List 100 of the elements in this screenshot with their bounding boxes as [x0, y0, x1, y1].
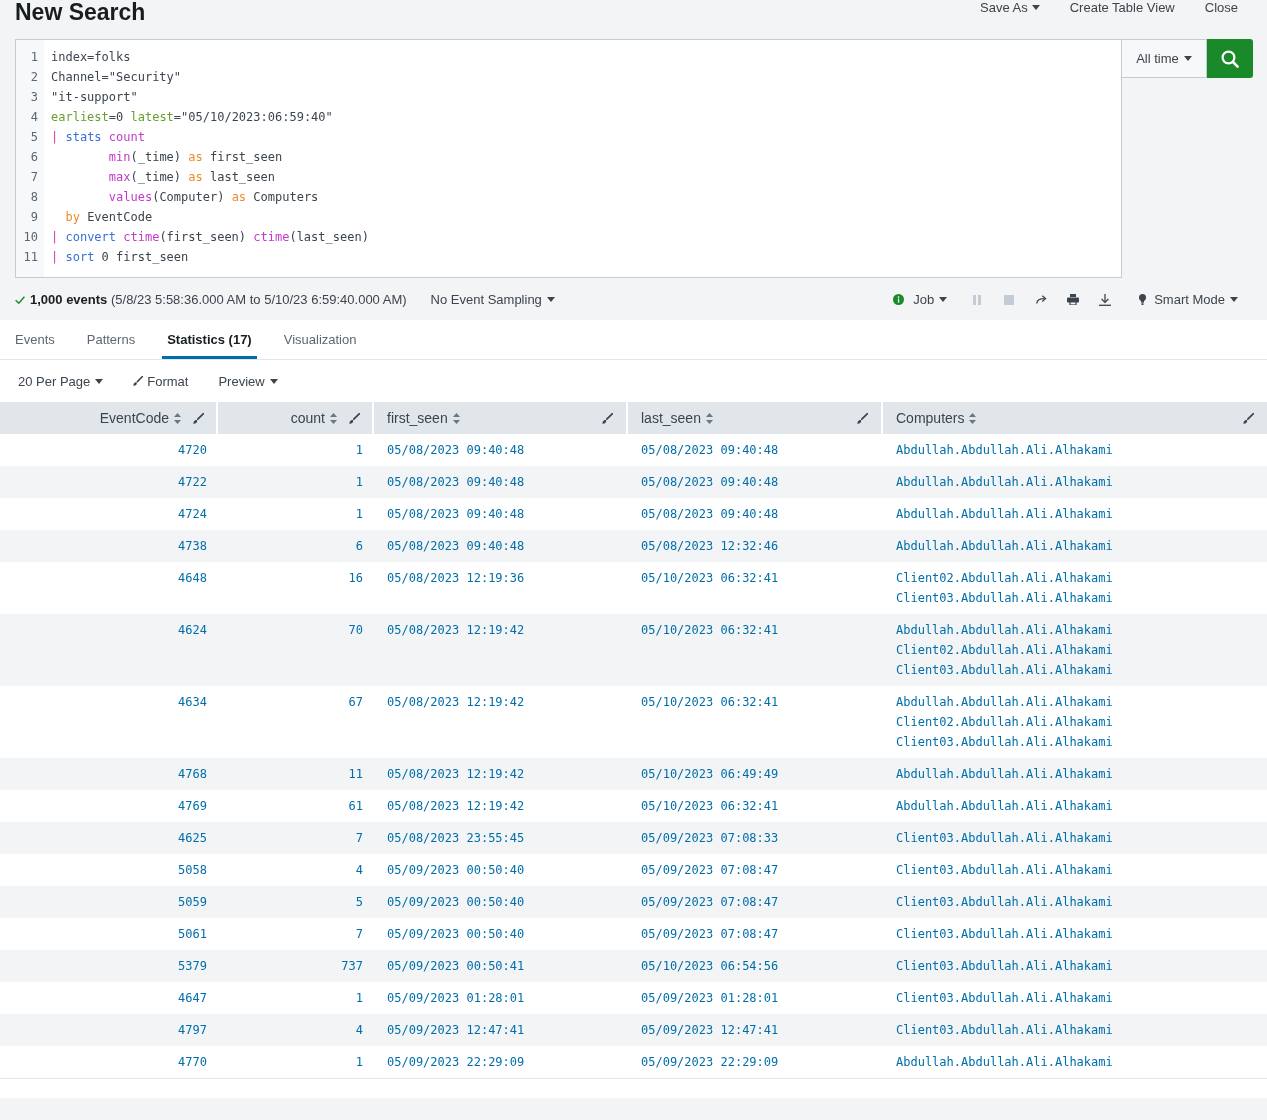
line-number: 2 [29, 69, 39, 86]
table-cell: 737 [218, 950, 374, 982]
brush-icon[interactable] [349, 412, 360, 424]
table-cell: Client03.Abdullah.Ali.Alhakami [883, 886, 1267, 918]
table-cell: 5379 [0, 950, 218, 982]
table-cell: 05/09/2023 00:50:41 [374, 950, 628, 982]
table-cell: 05/08/2023 12:32:46 [628, 530, 883, 562]
column-header[interactable]: first_seen [374, 402, 628, 434]
tab[interactable]: Events [10, 320, 60, 359]
sort-icon [705, 412, 713, 424]
table-cell: 05/09/2023 07:08:47 [628, 886, 883, 918]
download-icon[interactable] [1099, 293, 1112, 306]
code-line: Channel="Security" [51, 69, 183, 86]
table-cell: 6 [218, 530, 374, 562]
table-cell: 05/09/2023 00:50:40 [374, 886, 628, 918]
code-line: earliest=0 latest="05/10/2023:06:59:40" [51, 109, 334, 126]
table-cell: 1 [218, 466, 374, 498]
cell-value: Client03.Abdullah.Ali.Alhakami [896, 734, 1114, 751]
brush-icon[interactable] [857, 412, 868, 424]
line-number: 8 [29, 189, 39, 206]
caret-icon [939, 297, 948, 302]
code-line: min(_time) as first_seen [107, 149, 284, 166]
table-cell: 7 [218, 822, 374, 854]
table-cell: 05/09/2023 12:47:41 [374, 1014, 628, 1046]
line-number: 4 [29, 109, 39, 126]
line-number: 6 [29, 149, 39, 166]
table-cell: 4797 [0, 1014, 218, 1046]
menu-button[interactable]: Save As [980, 0, 1040, 15]
curved-arrow-icon[interactable] [1035, 295, 1047, 304]
cell-value: Abdullah.Abdullah.Ali.Alhakami [896, 622, 1114, 639]
line-number: 1 [29, 49, 39, 66]
table-cell: 05/10/2023 06:32:41 [628, 614, 883, 686]
dropdown-button[interactable]: 20 Per Page [18, 373, 104, 389]
line-number: 10 [22, 229, 39, 246]
cell-value: Client02.Abdullah.Ali.Alhakami [896, 570, 1114, 587]
brush-icon[interactable] [1243, 412, 1254, 424]
info-icon [893, 294, 905, 305]
search-icon [1221, 49, 1239, 68]
cell-value: Client02.Abdullah.Ali.Alhakami [896, 642, 1114, 659]
brush-icon [133, 376, 144, 386]
table-cell: 4 [218, 1014, 374, 1046]
caret-icon [546, 297, 555, 302]
link-button[interactable]: Create Table View [1069, 0, 1175, 15]
event-summary: 1,000 events (5/8/23 5:58:36.000 AM to 5/10/23 6:59:40.000 AM) [30, 292, 407, 307]
table-cell: 05/08/2023 12:19:42 [374, 758, 628, 790]
cell-value: Abdullah.Abdullah.Ali.Alhakami [896, 694, 1114, 711]
table-cell: Client03.Abdullah.Ali.Alhakami [883, 1014, 1267, 1046]
code-line: | stats count [51, 129, 146, 146]
table-cell: 05/08/2023 12:19:42 [374, 614, 628, 686]
caret-icon [1183, 56, 1192, 61]
tab[interactable]: Patterns [81, 320, 141, 359]
line-number: 11 [22, 249, 39, 266]
table-cell: 4738 [0, 530, 218, 562]
column-header[interactable]: Computers [883, 402, 1267, 434]
table-cell: 70 [218, 614, 374, 686]
sort-icon [969, 412, 977, 424]
line-number: 9 [29, 209, 39, 226]
line-number: 7 [29, 169, 39, 186]
cell-value: Client03.Abdullah.Ali.Alhakami [896, 662, 1114, 679]
table-cell: 05/08/2023 09:40:48 [374, 530, 628, 562]
tab[interactable]: Visualization [278, 320, 362, 359]
table-cell: 5 [218, 886, 374, 918]
search-mode-menu[interactable]: Smart Mode [1139, 292, 1238, 307]
table-cell: 4624 [0, 614, 218, 686]
dropdown-button[interactable]: Preview [218, 373, 278, 389]
link-button[interactable]: Close [1204, 0, 1238, 15]
line-number: 5 [29, 129, 39, 146]
column-header[interactable]: EventCode [0, 402, 218, 434]
check-icon [15, 295, 25, 304]
cell-value: Client02.Abdullah.Ali.Alhakami [896, 714, 1114, 731]
table-cell: Abdullah.Abdullah.Ali.Alhakami [883, 758, 1267, 790]
code-line: max(_time) as last_seen [107, 169, 276, 186]
job-menu[interactable]: Job [893, 292, 948, 307]
sort-icon [452, 412, 460, 424]
page-title: New Search [15, 0, 146, 24]
table-cell: Client03.Abdullah.Ali.Alhakami [883, 950, 1267, 982]
table-cell: 05/10/2023 06:54:56 [628, 950, 883, 982]
brush-icon[interactable] [602, 412, 613, 424]
bulb-icon [1139, 294, 1147, 305]
column-header[interactable]: count [218, 402, 374, 434]
code-line: by EventCode [64, 209, 154, 226]
sampling-menu[interactable]: No Event Sampling [430, 292, 555, 307]
sort-icon [330, 412, 337, 424]
tab[interactable]: Statistics (17) [162, 320, 257, 359]
table-cell: 05/09/2023 07:08:33 [628, 822, 883, 854]
code-line: "it-support" [51, 89, 139, 106]
search-button[interactable] [1207, 39, 1253, 78]
printer-icon[interactable] [1067, 294, 1080, 305]
brush-icon[interactable] [193, 412, 204, 424]
format-button[interactable]: Format [133, 373, 189, 389]
table-cell: 5059 [0, 886, 218, 918]
column-header[interactable]: last_seen [628, 402, 883, 434]
table-cell: 05/08/2023 09:40:48 [374, 466, 628, 498]
time-range-picker[interactable]: All time [1122, 39, 1207, 78]
table-cell: 05/09/2023 12:47:41 [628, 1014, 883, 1046]
caret-icon [269, 378, 278, 384]
cell-value: Client03.Abdullah.Ali.Alhakami [896, 590, 1114, 607]
line-number: 3 [29, 89, 39, 106]
caret-icon [95, 378, 104, 384]
table-cell: Abdullah.Abdullah.Ali.Alhakami [883, 530, 1267, 562]
